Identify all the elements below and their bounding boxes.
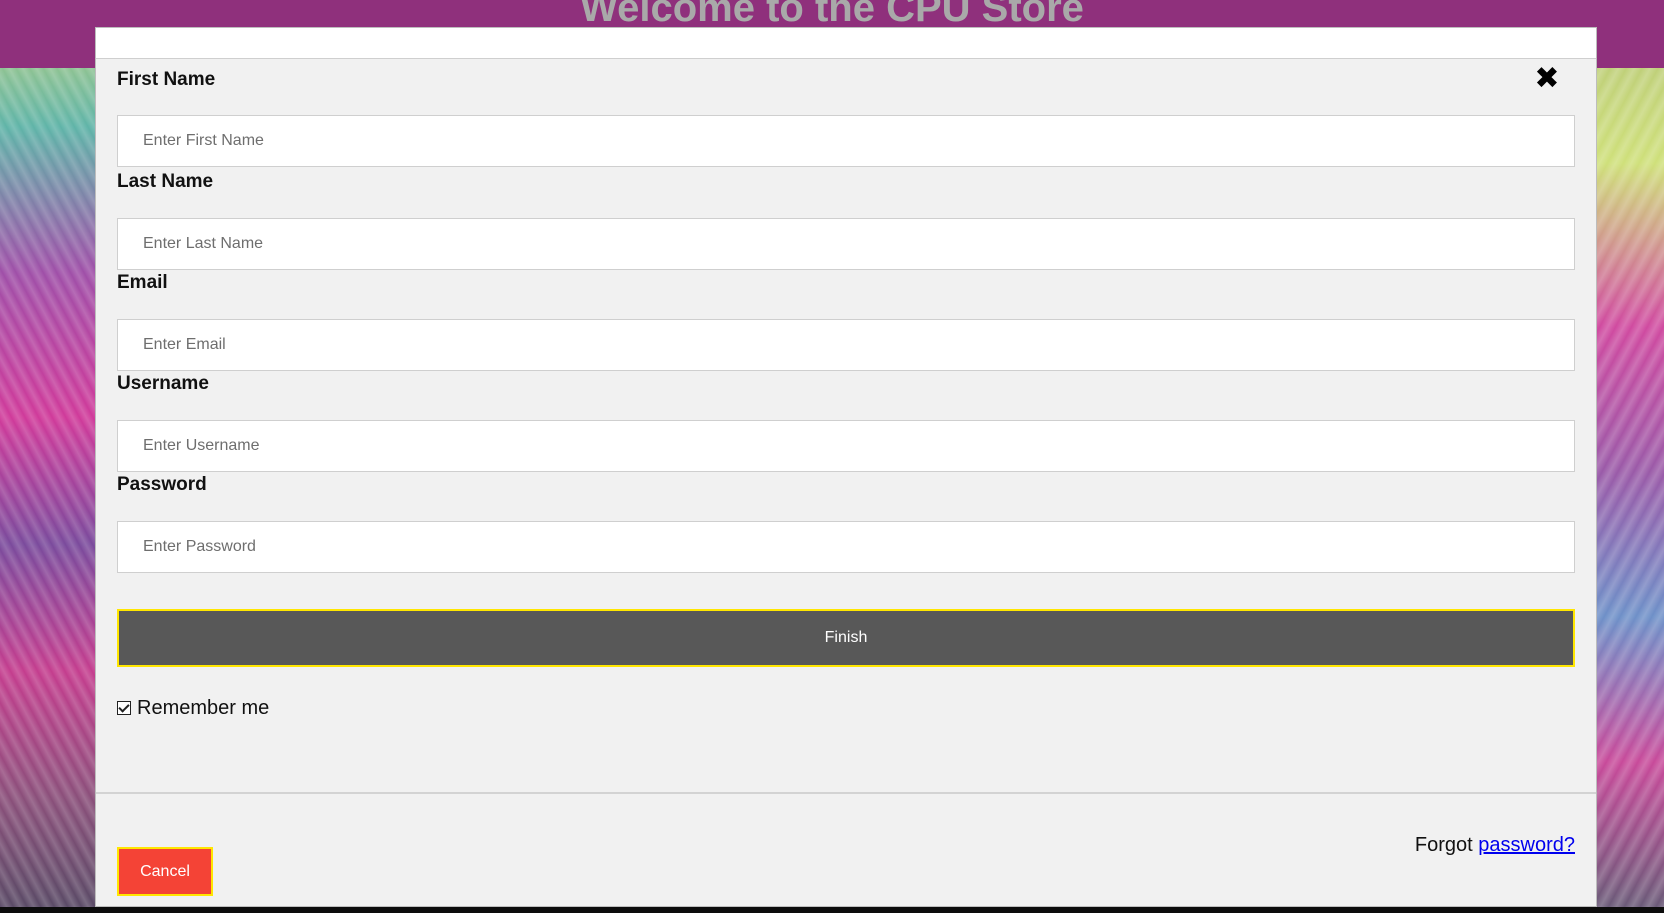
remember-me-label: Remember me: [137, 696, 270, 719]
signup-form: First Name Last Name Email Username Pass…: [117, 58, 1575, 723]
email-label: Email: [117, 272, 168, 293]
modal-top-bar: [96, 28, 1596, 59]
field-first-name: First Name: [117, 63, 1575, 173]
field-email: Email: [117, 266, 1575, 371]
forgot-password: Forgot password?: [1415, 834, 1575, 857]
username-input[interactable]: [117, 420, 1575, 472]
modal-divider: [96, 792, 1596, 794]
email-input[interactable]: [117, 319, 1575, 371]
checkbox-checked-icon[interactable]: [117, 701, 131, 715]
first-name-input[interactable]: [117, 115, 1575, 167]
signup-modal: ✖ First Name Last Name Email Username Pa…: [95, 27, 1597, 907]
last-name-input[interactable]: [117, 218, 1575, 270]
forgot-prefix: Forgot: [1414, 834, 1473, 856]
field-username: Username: [117, 367, 1575, 472]
last-name-label: Last Name: [117, 171, 214, 192]
forgot-password-link[interactable]: password?: [1478, 834, 1575, 856]
cancel-button[interactable]: Cancel: [117, 847, 213, 896]
field-last-name: Last Name: [117, 165, 1575, 270]
username-label: Username: [117, 373, 209, 394]
password-label: Password: [117, 474, 207, 495]
finish-button[interactable]: Finish: [117, 609, 1575, 667]
remember-me[interactable]: Remember me: [117, 693, 1575, 723]
field-password: Password: [117, 468, 1575, 573]
first-name-label: First Name: [117, 69, 216, 90]
taskbar-edge: [0, 907, 1664, 913]
password-input[interactable]: [117, 521, 1575, 573]
